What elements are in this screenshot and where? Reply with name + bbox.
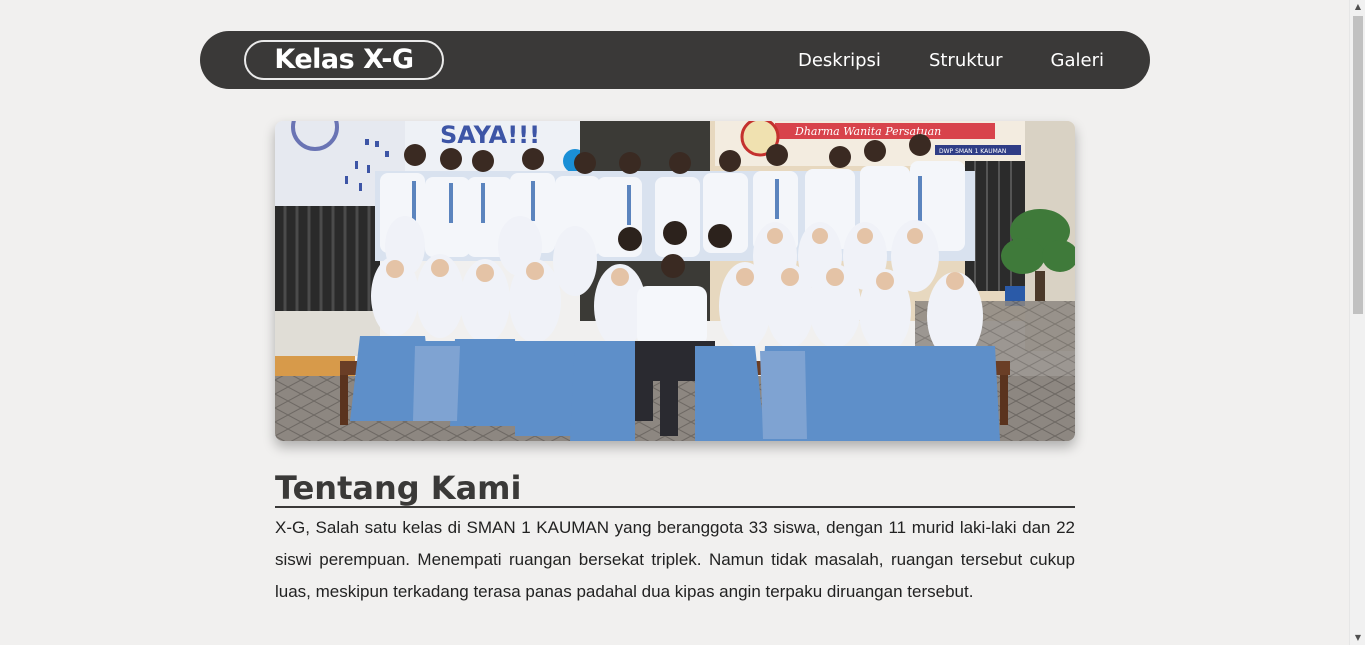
navbar: Kelas X-G Deskripsi Struktur Galeri [200, 31, 1150, 89]
vertical-scrollbar[interactable]: ▲ ▼ [1349, 0, 1365, 645]
triangle-up-icon[interactable]: ▲ [1350, 0, 1365, 14]
class-photo-illustration: SAYA!!! Dharma Wanita Persatuan DWP SMAN… [275, 121, 1075, 441]
nav-links: Deskripsi Struktur Galeri [798, 31, 1104, 89]
sign-small-text: DWP SMAN 1 KAUMAN [939, 148, 1006, 155]
nav-link-deskripsi[interactable]: Deskripsi [798, 50, 881, 71]
about-section: Tentang Kami X-G, Salah satu kelas di SM… [275, 470, 1075, 608]
about-description: X-G, Salah satu kelas di SMAN 1 KAUMAN y… [275, 518, 1075, 601]
scrollbar-thumb[interactable] [1353, 16, 1363, 314]
nav-link-galeri[interactable]: Galeri [1051, 50, 1104, 71]
about-title: Tentang Kami [275, 470, 1075, 508]
page: Kelas X-G Deskripsi Struktur Galeri SAYA… [0, 0, 1349, 645]
nav-link-struktur[interactable]: Struktur [929, 50, 1003, 71]
class-photo: SAYA!!! Dharma Wanita Persatuan DWP SMAN… [275, 121, 1075, 441]
banner-text: SAYA!!! [440, 121, 540, 149]
brand-logo[interactable]: Kelas X-G [244, 40, 444, 80]
triangle-down-icon[interactable]: ▼ [1350, 631, 1365, 645]
